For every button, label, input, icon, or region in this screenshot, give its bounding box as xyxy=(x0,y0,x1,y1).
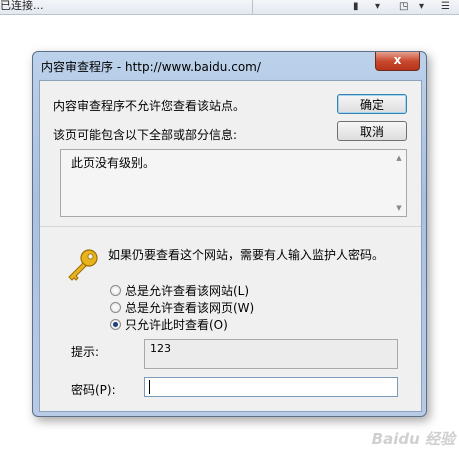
info-box[interactable]: 此页没有级别。 ▲ ▼ xyxy=(60,149,407,217)
close-button[interactable]: x xyxy=(375,52,420,71)
key-icon xyxy=(68,249,98,281)
divider xyxy=(40,226,421,227)
info-heading: 该页可能包含以下全部或部分信息: xyxy=(53,128,238,142)
feed-icon[interactable]: ◳ xyxy=(399,1,408,12)
info-text: 此页没有级别。 xyxy=(71,156,156,170)
text-caret xyxy=(149,380,150,394)
cancel-button[interactable]: 取消 xyxy=(337,121,407,141)
dropdown-arrow-icon[interactable]: ▾ xyxy=(375,1,380,12)
scroll-up-icon[interactable]: ▲ xyxy=(394,154,404,162)
radio-label: 只允许此时查看(O) xyxy=(125,318,228,332)
radio-label: 总是允许查看该网站(L) xyxy=(125,284,250,298)
print-icon[interactable]: ☰ xyxy=(441,1,450,12)
baidu-watermark: Baidu 经验 xyxy=(371,430,455,448)
password-label: 密码(P): xyxy=(71,383,116,397)
radio-button[interactable] xyxy=(110,285,121,296)
radio-always-page[interactable]: 总是允许查看该网页(W) xyxy=(110,300,254,315)
radio-always-site[interactable]: 总是允许查看该网站(L) xyxy=(110,283,249,298)
browser-toolbar: 已连接... ▮ ▾ ◳ ▾ ☰ xyxy=(0,0,459,15)
radio-button-checked[interactable] xyxy=(110,319,121,330)
scroll-down-icon[interactable]: ▼ xyxy=(394,204,404,212)
radio-this-time[interactable]: 只允许此时查看(O) xyxy=(110,317,228,332)
dropdown-arrow-icon[interactable]: ▾ xyxy=(419,1,424,12)
content-advisor-dialog: 内容审查程序 - http://www.baidu.com/ x 内容审查程序不… xyxy=(32,51,427,417)
status-text: 已连接... xyxy=(0,0,44,12)
browser-tools: ▮ ▾ ◳ ▾ ☰ xyxy=(252,0,459,14)
dialog-title: 内容审查程序 - http://www.baidu.com/ xyxy=(41,60,261,74)
home-icon[interactable]: ▮ xyxy=(353,1,359,12)
ok-button[interactable]: 确定 xyxy=(337,94,407,114)
radio-label: 总是允许查看该网页(W) xyxy=(125,301,255,315)
dialog-client: 内容审查程序不允许您查看该站点。 确定 该页可能包含以下全部或部分信息: 取消 … xyxy=(39,80,422,412)
hint-value: 123 xyxy=(144,339,398,369)
password-prompt: 如果仍要查看这个网站，需要有人输入监护人密码。 xyxy=(108,248,385,262)
radio-button[interactable] xyxy=(110,302,121,313)
hint-label: 提示: xyxy=(71,345,100,359)
blocked-message: 内容审查程序不允许您查看该站点。 xyxy=(53,99,246,113)
password-input[interactable] xyxy=(144,377,398,397)
